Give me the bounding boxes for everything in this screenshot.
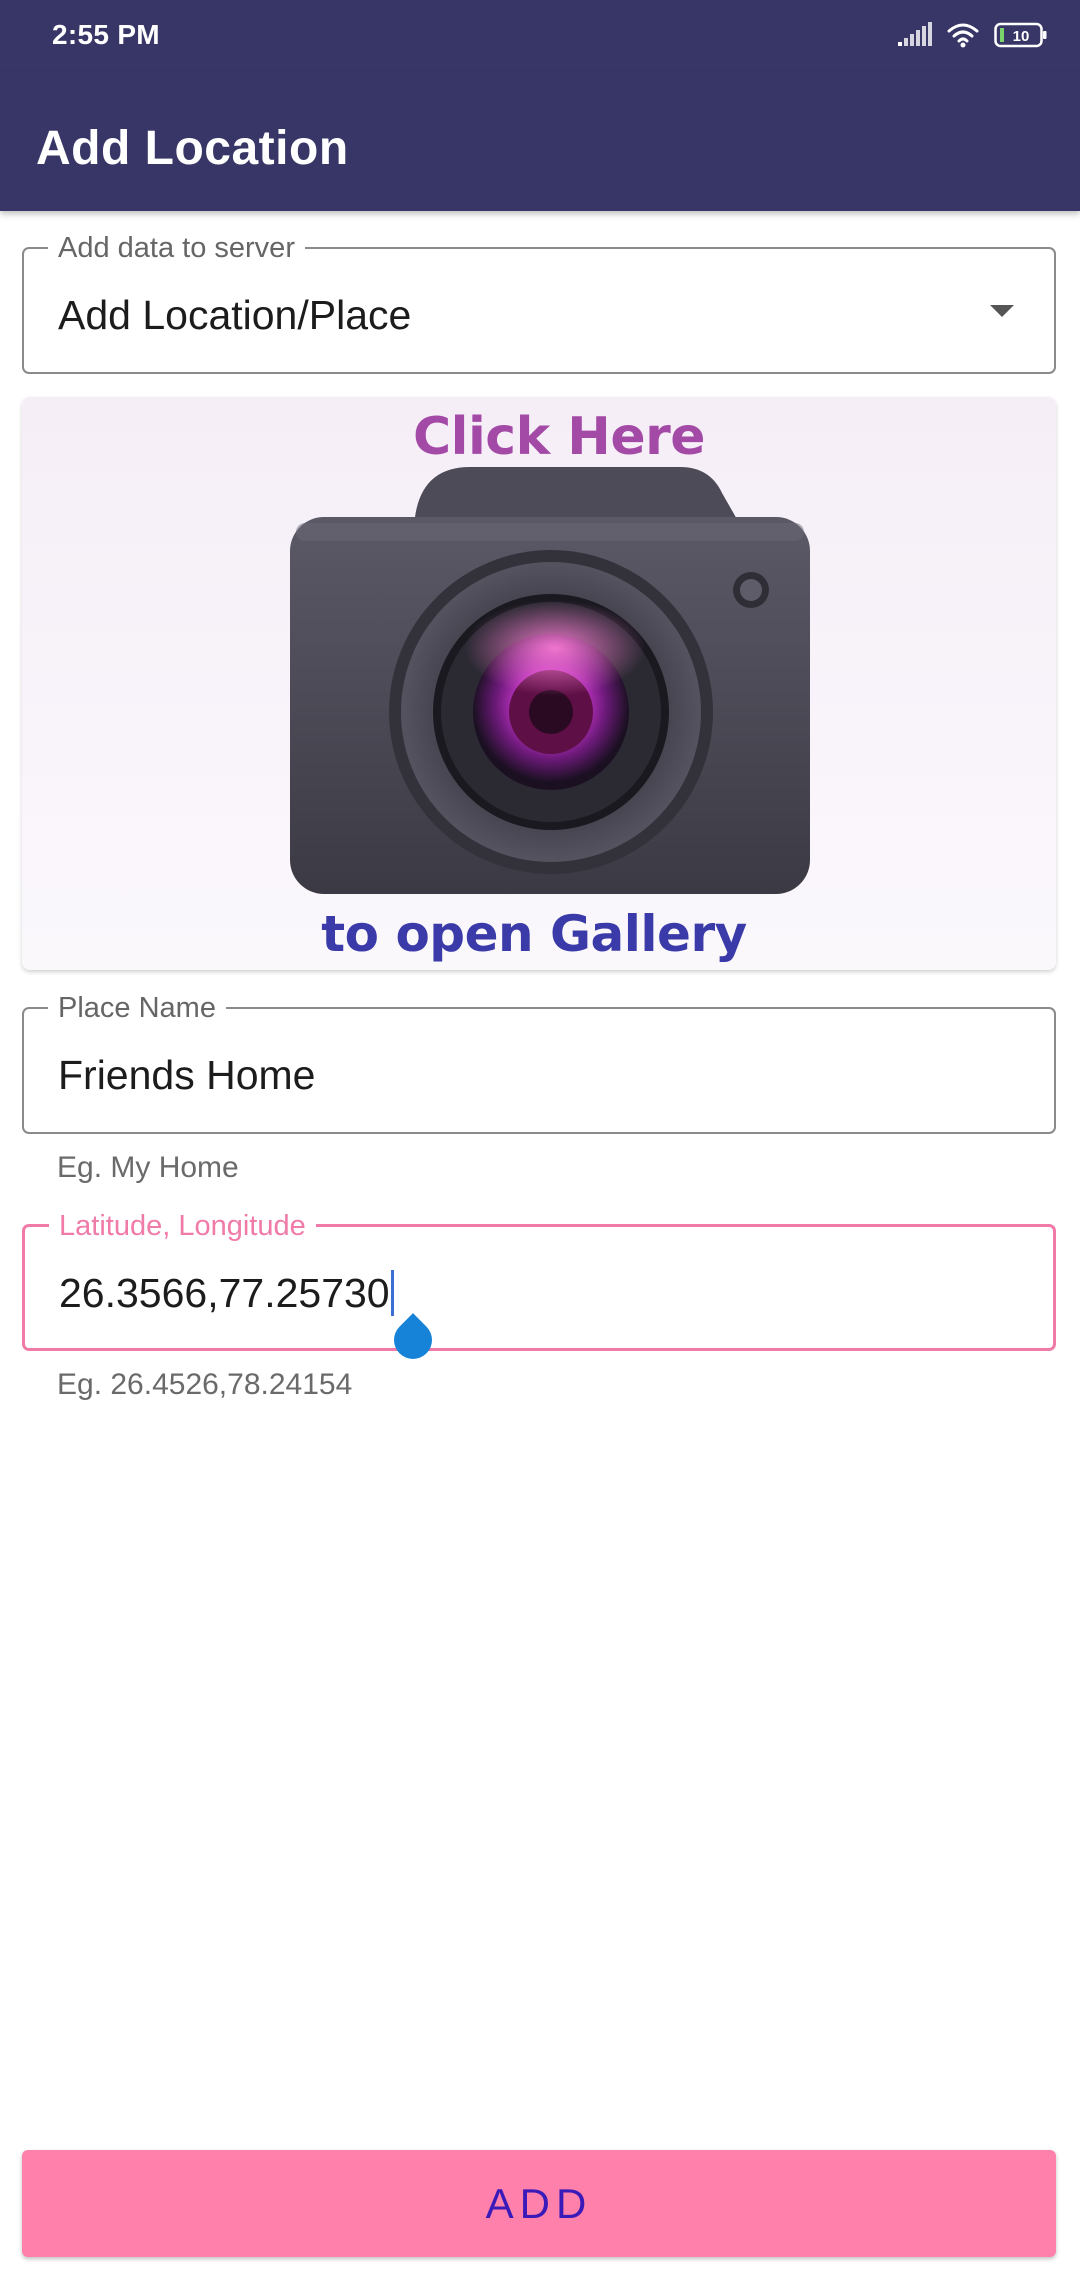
dropdown-arrow-icon [990,305,1014,317]
place-name-field[interactable]: Place Name Friends Home [22,992,1056,1134]
camera-icon [290,467,810,894]
add-button[interactable]: ADD [22,2150,1056,2257]
text-cursor [390,1270,394,1317]
place-name-input[interactable]: Friends Home [58,1051,315,1099]
server-data-dropdown-value: Add Location/Place [58,292,412,338]
cursor-handle[interactable] [386,1313,440,1367]
battery-icon: 10 [994,22,1048,53]
click-here-text: Click Here [412,407,706,467]
lat-long-helper: Eg. 26.4526,78.24154 [57,1368,353,1401]
server-data-dropdown[interactable]: Add data to server Add Location/Place [22,232,1056,374]
lat-long-value: 26.3566,77.25730 [59,1270,390,1316]
status-icons: 10 [898,21,1048,53]
place-name-label: Place Name [48,992,226,1024]
lat-long-input[interactable]: 26.3566,77.25730 [59,1269,394,1319]
lat-long-field[interactable]: Latitude, Longitude 26.3566,77.25730 [22,1210,1056,1367]
gallery-image-picker[interactable]: Click Here to open Gallery [22,397,1056,970]
battery-level: 10 [1013,28,1030,45]
place-name-helper: Eg. My Home [57,1151,239,1184]
status-time: 2:55 PM [52,19,160,50]
page-title: Add Location [36,122,349,175]
signal-icon [898,21,932,53]
wifi-icon [946,22,980,53]
status-bar: 2:55 PM 10 [0,0,1080,73]
open-gallery-text: to open Gallery [321,905,747,963]
server-data-dropdown-label: Add data to server [48,232,305,264]
lat-long-label: Latitude, Longitude [49,1210,316,1242]
app-bar: Add Location [0,73,1080,211]
